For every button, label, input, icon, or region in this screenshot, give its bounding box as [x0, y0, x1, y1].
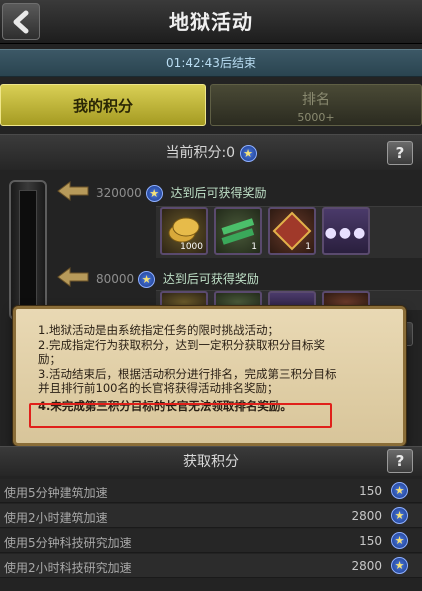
reward-tier: 320000 ★ 达到后可获得奖励 1000 1 1 ●●●: [56, 180, 422, 260]
pointer-arrow-icon: [57, 267, 89, 287]
star-icon: ★: [391, 507, 408, 524]
section-title: 获取积分: [183, 454, 239, 470]
threshold-value: 320000: [96, 186, 142, 200]
info-line-1: 1.地狱活动是由系统指定任务的限时挑战活动；: [38, 323, 279, 337]
current-score-bar: 当前积分:0 ★ ?: [0, 134, 422, 170]
more-dots: ●●●: [324, 225, 368, 241]
task-points: 2800: [351, 559, 382, 573]
gold-coin-icon[interactable]: 1000: [160, 207, 208, 255]
list-item: 使用2小时科技研究加速 2800 ★: [0, 554, 422, 578]
list-item: 使用5分钟科技研究加速 150 ★: [0, 529, 422, 553]
star-icon: ★: [391, 557, 408, 574]
task-label: 使用5分钟建筑加速: [4, 486, 108, 500]
threshold-text: 达到后可获得奖励: [170, 186, 267, 200]
task-points: 2800: [351, 509, 382, 523]
task-label: 使用5分钟科技研究加速: [4, 536, 132, 550]
tab-ranking-label: 排名: [302, 92, 330, 108]
info-line-6: 4.未完成第三积分目标的长官无法领取排名奖励。: [38, 398, 292, 413]
help-button[interactable]: ?: [387, 141, 413, 165]
top-bar: 地狱活动: [0, 0, 422, 44]
speedup-24h-icon[interactable]: 1: [214, 207, 262, 255]
item-count: 1000: [180, 242, 203, 252]
current-score-label: 当前积分:0: [165, 145, 236, 161]
reward-threshold: 320000 ★ 达到后可获得奖励: [96, 184, 266, 202]
reward-items: 1000 1 1 ●●●: [156, 206, 422, 258]
current-score: 当前积分:0 ★: [0, 135, 422, 171]
threshold-value: 80000: [96, 272, 135, 286]
star-icon: ★: [138, 271, 156, 288]
list-item: 使用2小时建筑加速 2800 ★: [0, 504, 422, 528]
star-icon: ★: [391, 482, 408, 499]
info-text: 1.地狱活动是由系统指定任务的限时挑战活动； 2.完成指定行为获取积分，达到一定…: [38, 323, 388, 413]
page-title: 地狱活动: [169, 10, 253, 34]
pointer-arrow-icon: [57, 181, 89, 201]
reward-tier: 80000 ★ 达到后可获得奖励 ?: [56, 266, 422, 346]
item-count: 1: [251, 242, 257, 252]
reward-header: 320000 ★ 达到后可获得奖励: [56, 180, 422, 204]
more-icon[interactable]: ●●●: [322, 207, 370, 255]
progress-rail: [9, 180, 47, 320]
star-icon: ★: [239, 144, 257, 162]
vip-points-icon[interactable]: 1: [268, 207, 316, 255]
tab-ranking[interactable]: 排名 5000+: [210, 84, 422, 126]
gain-points-header: 获取积分 ?: [0, 446, 422, 476]
reward-header: 80000 ★ 达到后可获得奖励: [56, 266, 422, 290]
task-points: 150: [359, 534, 382, 548]
task-label: 使用2小时科技研究加速: [4, 561, 132, 575]
progress-track: [19, 190, 37, 312]
tab-my-points[interactable]: 我的积分: [0, 84, 206, 126]
reward-threshold: 80000 ★ 达到后可获得奖励: [96, 270, 259, 288]
help-button[interactable]: ?: [387, 449, 413, 473]
star-icon: ★: [145, 185, 163, 202]
star-icon: ★: [391, 532, 408, 549]
info-line-2: 2.完成指定行为获取积分，达到一定积分获取积分目标奖: [38, 337, 325, 352]
item-count: 1: [305, 242, 311, 252]
info-line-3: 励；: [38, 352, 61, 366]
task-label: 使用2小时建筑加速: [4, 511, 108, 525]
tab-ranking-value: 5000+: [297, 111, 335, 124]
countdown-timer: 01:42:43后结束: [0, 49, 422, 77]
info-line-4: 3.活动结束后，根据活动积分进行排名，完成第三积分目标: [38, 366, 337, 381]
list-item: 使用5分钟建筑加速 150 ★: [0, 479, 422, 503]
info-dialog[interactable]: 1.地狱活动是由系统指定任务的限时挑战活动； 2.完成指定行为获取积分，达到一定…: [13, 306, 406, 446]
threshold-text: 达到后可获得奖励: [162, 272, 259, 286]
task-points: 150: [359, 484, 382, 498]
info-line-5: 并且排行前100名的长官将获得活动排名奖励；: [38, 381, 279, 395]
